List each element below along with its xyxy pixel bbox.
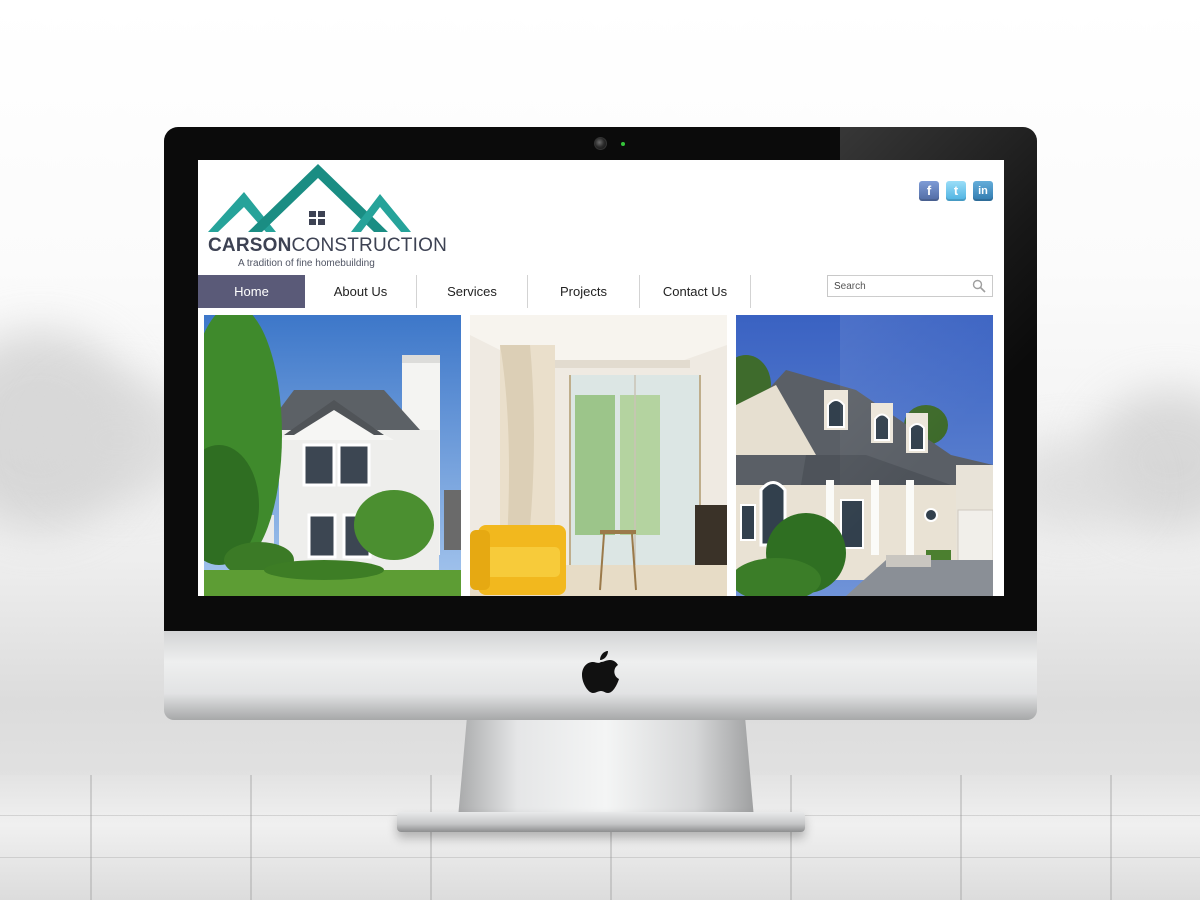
linkedin-icon[interactable]: in (973, 181, 993, 201)
twitter-icon[interactable]: t (946, 181, 966, 201)
photo-glass-shower-interior (470, 315, 727, 596)
webcam-led (621, 142, 625, 146)
nav-item-services[interactable]: Services (417, 275, 528, 308)
monitor-stand (458, 718, 754, 818)
brand-name: CARSONCONSTRUCTION (208, 235, 447, 256)
nav-item-contact-us[interactable]: Contact Us (640, 275, 751, 308)
photo-cream-house-exterior (736, 315, 993, 596)
main-navigation: Home About Us Services Projects Contact … (198, 275, 751, 308)
website-screen: CARSONCONSTRUCTION A tradition of fine h… (198, 160, 1004, 596)
nav-item-projects[interactable]: Projects (528, 275, 640, 308)
photo-white-house-exterior (204, 315, 461, 596)
nav-item-home[interactable]: Home (198, 275, 305, 308)
nav-item-about-us[interactable]: About Us (305, 275, 417, 308)
apple-logo-icon (582, 651, 619, 693)
search-input[interactable] (828, 276, 966, 297)
webcam-icon (594, 137, 607, 150)
facebook-icon[interactable]: f (919, 181, 939, 201)
monitor-stand-base (397, 812, 805, 832)
search-box (827, 275, 993, 297)
brand-tagline: A tradition of fine homebuilding (238, 258, 375, 269)
search-icon[interactable] (972, 279, 986, 293)
